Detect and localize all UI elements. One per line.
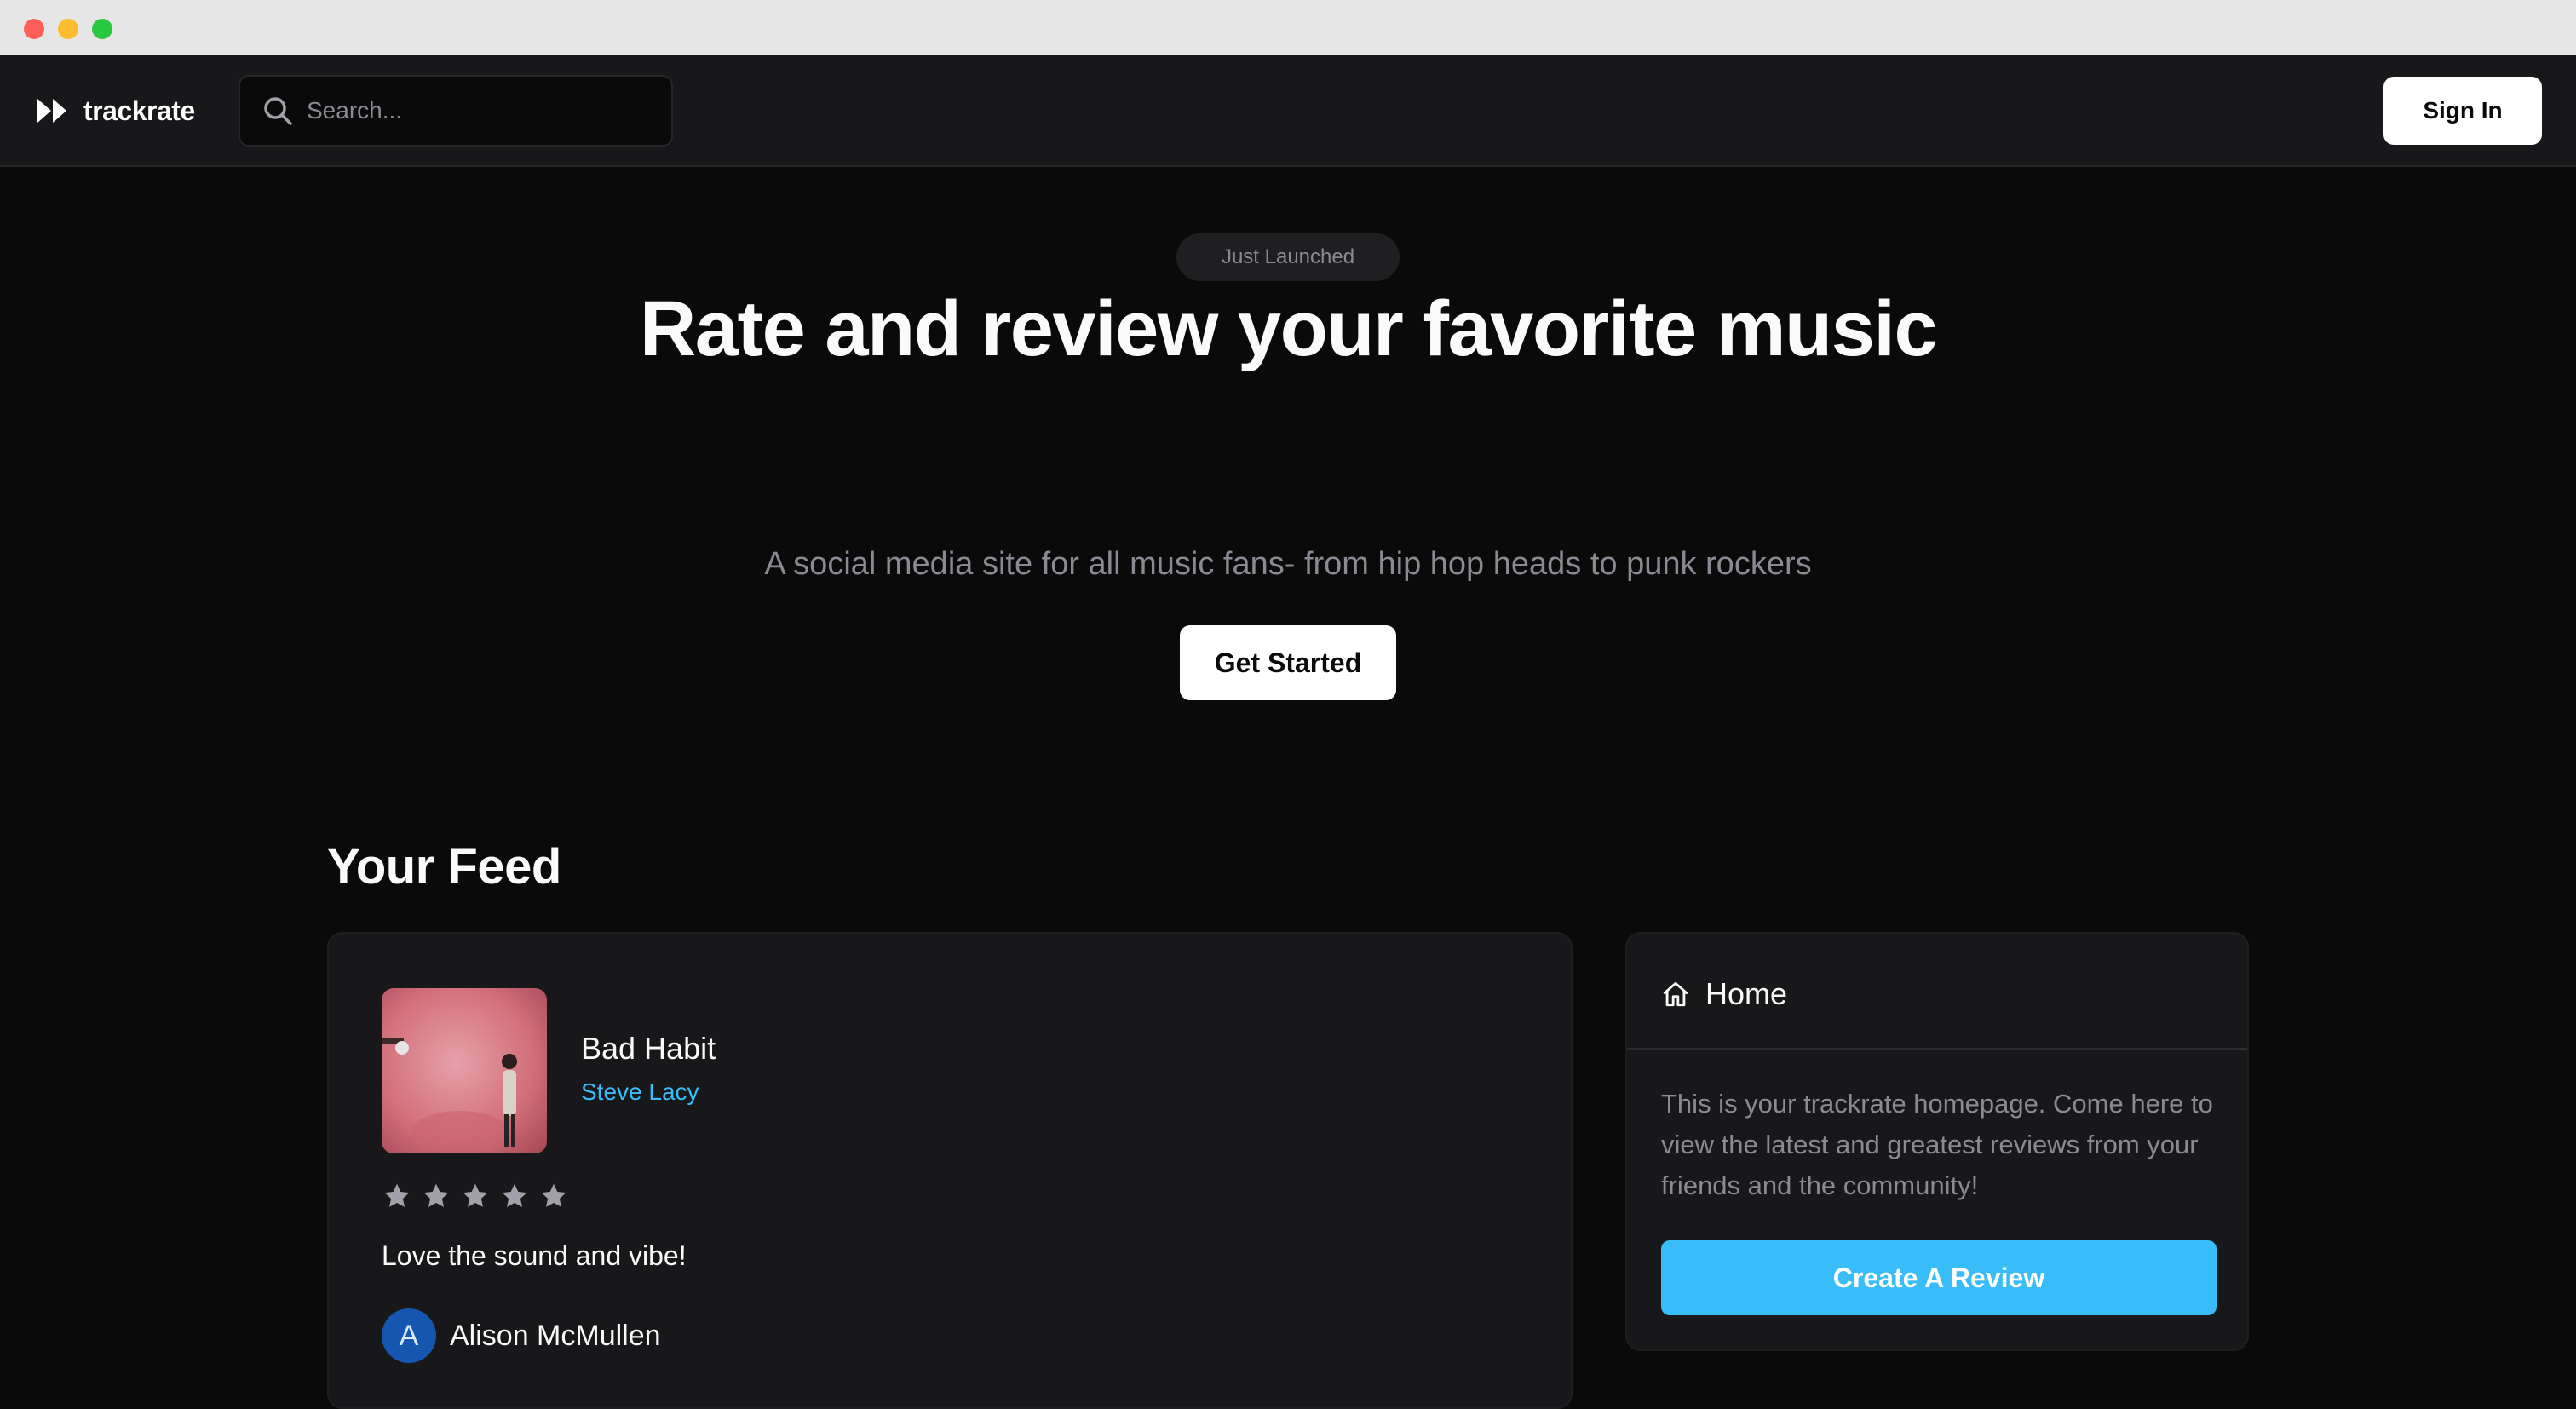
album-cover-image[interactable] <box>382 988 547 1153</box>
home-card-header: Home <box>1661 976 1787 1012</box>
track-artist-link[interactable]: Steve Lacy <box>581 1078 699 1106</box>
home-card-description: This is your trackrate homepage. Come he… <box>1661 1089 2213 1200</box>
search-box[interactable] <box>239 75 673 147</box>
track-title[interactable]: Bad Habit <box>581 1031 716 1067</box>
hero-subtitle: A social media site for all music fans- … <box>764 546 1812 582</box>
home-info-card: Home This is your trackrate homepage. Co… <box>1625 932 2249 1351</box>
search-input[interactable] <box>307 77 671 145</box>
brand-name: trackrate <box>83 95 195 126</box>
star-icon <box>502 1183 527 1207</box>
window-close-button[interactable] <box>24 19 44 39</box>
search-icon <box>264 97 292 125</box>
rating-stars <box>382 1181 569 1211</box>
fast-forward-icon <box>37 99 66 123</box>
home-icon <box>1663 981 1688 1007</box>
brand-logo-link[interactable]: trackrate <box>36 89 195 133</box>
reviewer-name[interactable]: Alison McMullen <box>450 1320 661 1353</box>
reviewer[interactable]: A Alison McMullen <box>382 1308 661 1363</box>
window-zoom-button[interactable] <box>92 19 112 39</box>
feed-title: Your Feed <box>327 839 561 894</box>
just-launched-badge: Just Launched <box>1176 233 1400 281</box>
star-icon <box>423 1183 449 1207</box>
create-review-button[interactable]: Create A Review <box>1661 1240 2217 1315</box>
hero-title: Rate and review your favorite music <box>639 285 1938 372</box>
star-icon <box>541 1183 566 1207</box>
review-card[interactable]: Bad Habit Steve Lacy Love the sound and … <box>327 932 1573 1409</box>
avatar[interactable]: A <box>382 1308 436 1363</box>
divider <box>1627 1048 2247 1050</box>
get-started-button[interactable]: Get Started <box>1180 625 1396 700</box>
top-navbar: trackrate Sign In <box>0 55 2576 167</box>
star-icon <box>384 1183 410 1207</box>
window-titlebar <box>0 0 2576 55</box>
review-text: Love the sound and vibe! <box>382 1240 687 1271</box>
sign-in-button[interactable]: Sign In <box>2383 77 2542 145</box>
star-icon <box>463 1183 488 1207</box>
window-minimize-button[interactable] <box>58 19 78 39</box>
home-card-title: Home <box>1705 976 1788 1011</box>
